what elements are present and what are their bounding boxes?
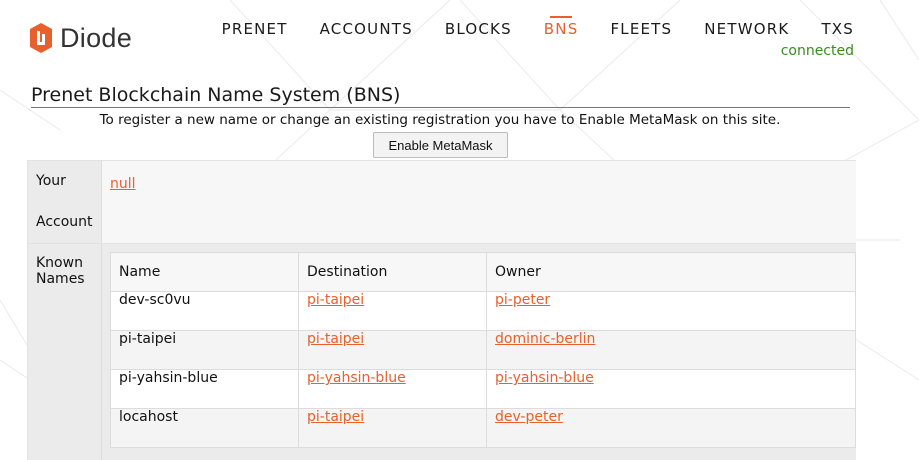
connection-status: connected <box>781 43 854 59</box>
owner-cell: pi-peter <box>487 292 856 331</box>
name-cell: dev-sc0vu <box>111 292 299 331</box>
known-names-table: Name Destination Owner dev-sc0vu pi-taip… <box>110 252 856 448</box>
account-row: Your Account null <box>28 161 857 244</box>
bns-info-table: Your Account null Known Names Name Desti… <box>27 160 856 460</box>
destination-link[interactable]: pi-taipei <box>307 292 364 308</box>
brand-logo[interactable]: Diode <box>28 22 132 54</box>
owner-link[interactable]: dominic-berlin <box>495 331 595 347</box>
destination-link[interactable]: pi-taipei <box>307 409 364 425</box>
nav-item-network[interactable]: NETWORK <box>688 18 805 40</box>
enable-metamask-button[interactable]: Enable MetaMask <box>373 132 508 158</box>
destination-cell: pi-taipei <box>299 409 487 448</box>
destination-link[interactable]: pi-taipei <box>307 331 364 347</box>
owner-cell: dominic-berlin <box>487 331 856 370</box>
nav-item-bns[interactable]: BNS <box>528 18 595 40</box>
name-cell: locahost <box>111 409 299 448</box>
nav-item-txs[interactable]: TXS <box>805 18 854 40</box>
metamask-notice: To register a new name or change an exis… <box>0 112 880 128</box>
account-value-cell: null <box>102 161 857 244</box>
known-names-row: Known Names Name Destination Owner dev-s… <box>28 244 857 460</box>
diode-logo-icon <box>28 22 54 54</box>
nav-item-prenet[interactable]: PRENET <box>206 18 304 40</box>
destination-cell: pi-yahsin-blue <box>299 370 487 409</box>
owner-link[interactable]: pi-peter <box>495 292 550 308</box>
page-title: Prenet Blockchain Name System (BNS) <box>31 83 850 108</box>
owner-cell: pi-yahsin-blue <box>487 370 856 409</box>
name-cell: pi-yahsin-blue <box>111 370 299 409</box>
known-names-cell: Name Destination Owner dev-sc0vu pi-taip… <box>102 244 857 460</box>
top-nav: PRENET ACCOUNTS BLOCKS BNS FLEETS NETWOR… <box>206 18 854 40</box>
table-row: locahost pi-taipei dev-peter <box>111 409 856 448</box>
owner-link[interactable]: pi-yahsin-blue <box>495 370 594 386</box>
nav-item-accounts[interactable]: ACCOUNTS <box>304 18 429 40</box>
column-header-owner: Owner <box>487 253 856 292</box>
table-row: dev-sc0vu pi-taipei pi-peter <box>111 292 856 331</box>
nav-item-fleets[interactable]: FLEETS <box>594 18 688 40</box>
nav-item-blocks[interactable]: BLOCKS <box>429 18 528 40</box>
known-names-label: Known Names <box>28 244 102 460</box>
column-header-destination: Destination <box>299 253 487 292</box>
account-label: Your Account <box>28 161 102 244</box>
owner-link[interactable]: dev-peter <box>495 409 563 425</box>
table-row: pi-taipei pi-taipei dominic-berlin <box>111 331 856 370</box>
destination-cell: pi-taipei <box>299 292 487 331</box>
column-header-name: Name <box>111 253 299 292</box>
name-cell: pi-taipei <box>111 331 299 370</box>
page: Diode PRENET ACCOUNTS BLOCKS BNS FLEETS … <box>0 0 919 400</box>
brand-name: Diode <box>60 22 132 54</box>
destination-link[interactable]: pi-yahsin-blue <box>307 370 406 386</box>
owner-cell: dev-peter <box>487 409 856 448</box>
table-header-row: Name Destination Owner <box>111 253 856 292</box>
account-link[interactable]: null <box>110 176 136 192</box>
table-row: pi-yahsin-blue pi-yahsin-blue pi-yahsin-… <box>111 370 856 409</box>
destination-cell: pi-taipei <box>299 331 487 370</box>
